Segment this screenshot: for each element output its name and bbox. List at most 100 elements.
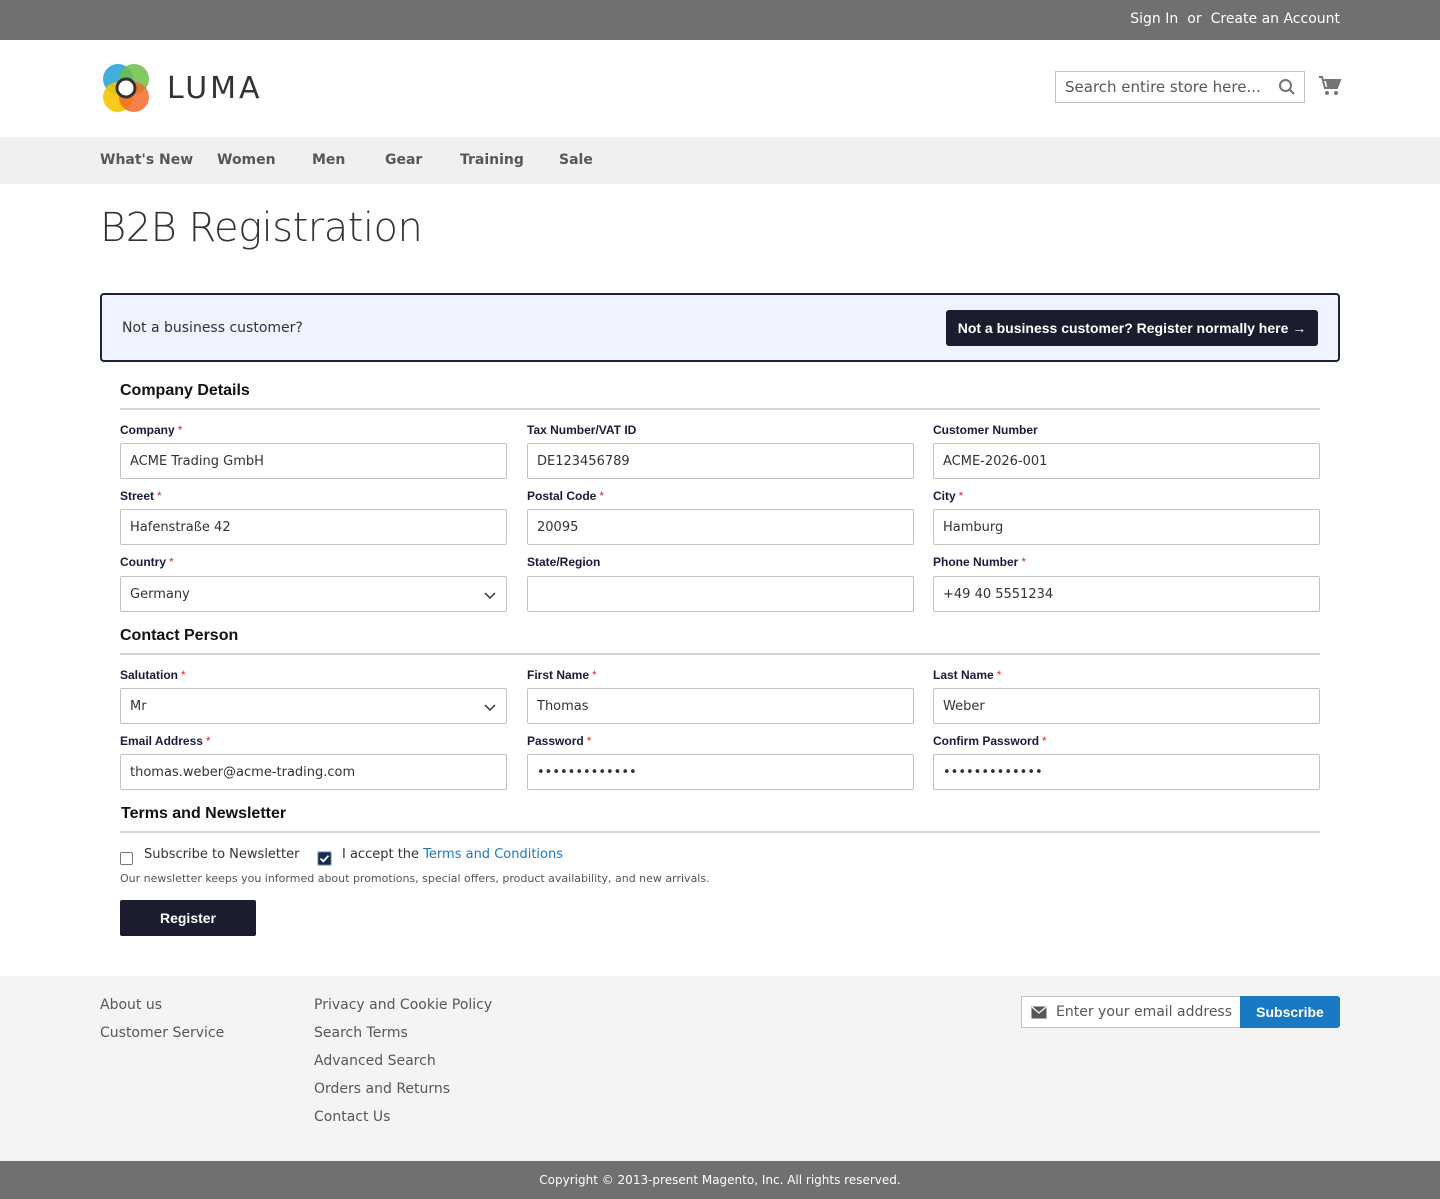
street-field[interactable] xyxy=(120,509,507,545)
state-label: State/Region xyxy=(527,555,601,569)
country-label: Country * xyxy=(120,555,174,569)
phone-field[interactable] xyxy=(933,576,1320,612)
confirm-password-field[interactable]: ••••••••••••• xyxy=(933,754,1320,790)
b2b-notice: Not a business customer? Not a business … xyxy=(100,293,1340,362)
register-normally-button[interactable]: Not a business customer? Register normal… xyxy=(946,310,1318,346)
password-label: Password * xyxy=(527,734,592,748)
search-icon[interactable] xyxy=(1278,78,1296,96)
cart-icon[interactable] xyxy=(1318,74,1342,98)
divider xyxy=(120,653,1320,655)
state-input[interactable] xyxy=(528,577,913,611)
terms-checkbox[interactable] xyxy=(317,851,332,866)
divider xyxy=(120,831,1320,833)
email-input[interactable] xyxy=(121,755,506,789)
postal-code-label: Postal Code * xyxy=(527,489,605,503)
tax-field[interactable] xyxy=(527,443,914,479)
state-field[interactable] xyxy=(527,576,914,612)
email-field[interactable] xyxy=(120,754,507,790)
or-text: or xyxy=(1187,11,1202,27)
customer-number-input[interactable] xyxy=(934,444,1319,478)
email-label: Email Address * xyxy=(120,734,211,748)
newsletter-checkbox[interactable] xyxy=(120,852,133,865)
footer-link-orders-returns[interactable]: Orders and Returns xyxy=(314,1081,492,1109)
search-box xyxy=(1055,71,1305,103)
company-field[interactable] xyxy=(120,443,507,479)
footer-link-search-terms[interactable]: Search Terms xyxy=(314,1025,492,1053)
footer: About us Customer Service Privacy and Co… xyxy=(0,976,1440,1161)
chevron-down-icon xyxy=(484,592,496,600)
notice-text: Not a business customer? xyxy=(122,320,303,336)
city-label: City * xyxy=(933,489,964,503)
nav-item-gear[interactable]: Gear xyxy=(385,152,460,168)
last-name-label: Last Name * xyxy=(933,668,1002,682)
city-field[interactable] xyxy=(933,509,1320,545)
footer-links-col-1: About us Customer Service xyxy=(100,997,224,1053)
newsletter-email-input[interactable] xyxy=(1056,997,1236,1027)
chevron-down-icon xyxy=(484,704,496,712)
nav-item-whats-new[interactable]: What's New xyxy=(100,152,217,168)
salutation-label: Salutation * xyxy=(120,668,186,682)
newsletter-email-box xyxy=(1021,996,1241,1028)
tax-label: Tax Number/VAT ID xyxy=(527,423,637,437)
register-button[interactable]: Register xyxy=(120,900,256,936)
first-name-label: First Name * xyxy=(527,668,597,682)
logo-text: LUMA xyxy=(167,70,263,106)
phone-label: Phone Number * xyxy=(933,555,1027,569)
confirm-password-value: ••••••••••••• xyxy=(943,765,1043,780)
salutation-select[interactable]: Mr xyxy=(120,688,507,724)
footer-link-customer-service[interactable]: Customer Service xyxy=(100,1025,224,1053)
first-name-field[interactable] xyxy=(527,688,914,724)
nav-item-training[interactable]: Training xyxy=(460,152,559,168)
customer-number-field[interactable] xyxy=(933,443,1320,479)
top-bar: Sign In or Create an Account xyxy=(0,0,1440,40)
company-label: Company * xyxy=(120,423,183,437)
terms-link[interactable]: Terms and Conditions xyxy=(423,847,563,862)
newsletter-form: Subscribe xyxy=(1021,996,1340,1028)
footer-link-contact-us[interactable]: Contact Us xyxy=(314,1109,492,1137)
footer-link-about-us[interactable]: About us xyxy=(100,997,224,1025)
divider xyxy=(120,408,1320,410)
city-input[interactable] xyxy=(934,510,1319,544)
salutation-value: Mr xyxy=(130,699,147,714)
terms-label[interactable]: I accept the Terms and Conditions xyxy=(342,847,563,862)
nav-item-sale[interactable]: Sale xyxy=(559,152,619,168)
street-input[interactable] xyxy=(121,510,506,544)
newsletter-hint: Our newsletter keeps you informed about … xyxy=(120,872,710,885)
sign-in-link[interactable]: Sign In xyxy=(1130,11,1178,27)
company-input[interactable] xyxy=(121,444,506,478)
create-account-link[interactable]: Create an Account xyxy=(1211,11,1340,27)
country-value: Germany xyxy=(130,587,190,602)
tax-input[interactable] xyxy=(528,444,913,478)
country-select[interactable]: Germany xyxy=(120,576,507,612)
postal-code-field[interactable] xyxy=(527,509,914,545)
footer-link-advanced-search[interactable]: Advanced Search xyxy=(314,1053,492,1081)
search-input[interactable] xyxy=(1056,72,1266,102)
logo[interactable]: LUMA xyxy=(100,62,270,114)
nav-item-men[interactable]: Men xyxy=(312,152,385,168)
password-field[interactable]: ••••••••••••• xyxy=(527,754,914,790)
postal-code-input[interactable] xyxy=(528,510,913,544)
last-name-input[interactable] xyxy=(934,689,1319,723)
company-details-title: Company Details xyxy=(120,382,250,399)
copyright: Copyright © 2013-present Magento, Inc. A… xyxy=(0,1161,1440,1199)
nav-item-women[interactable]: Women xyxy=(217,152,312,168)
envelope-icon xyxy=(1031,1006,1047,1019)
header: LUMA xyxy=(0,40,1440,137)
header-links: Sign In or Create an Account xyxy=(1130,11,1340,27)
terms-title: Terms and Newsletter xyxy=(121,805,287,822)
last-name-field[interactable] xyxy=(933,688,1320,724)
street-label: Street * xyxy=(120,489,162,503)
phone-input[interactable] xyxy=(934,577,1319,611)
confirm-password-label: Confirm Password * xyxy=(933,734,1047,748)
contact-person-title: Contact Person xyxy=(120,627,239,644)
footer-links-col-2: Privacy and Cookie Policy Search Terms A… xyxy=(314,997,492,1137)
page-title: B2B Registration xyxy=(100,205,423,251)
customer-number-label: Customer Number xyxy=(933,423,1038,437)
newsletter-label[interactable]: Subscribe to Newsletter xyxy=(144,847,299,862)
subscribe-button[interactable]: Subscribe xyxy=(1240,996,1340,1028)
password-value: ••••••••••••• xyxy=(537,765,637,780)
main-nav: What's New Women Men Gear Training Sale xyxy=(0,137,1440,184)
first-name-input[interactable] xyxy=(528,689,913,723)
footer-link-privacy[interactable]: Privacy and Cookie Policy xyxy=(314,997,492,1025)
luma-logo-icon xyxy=(103,64,149,112)
